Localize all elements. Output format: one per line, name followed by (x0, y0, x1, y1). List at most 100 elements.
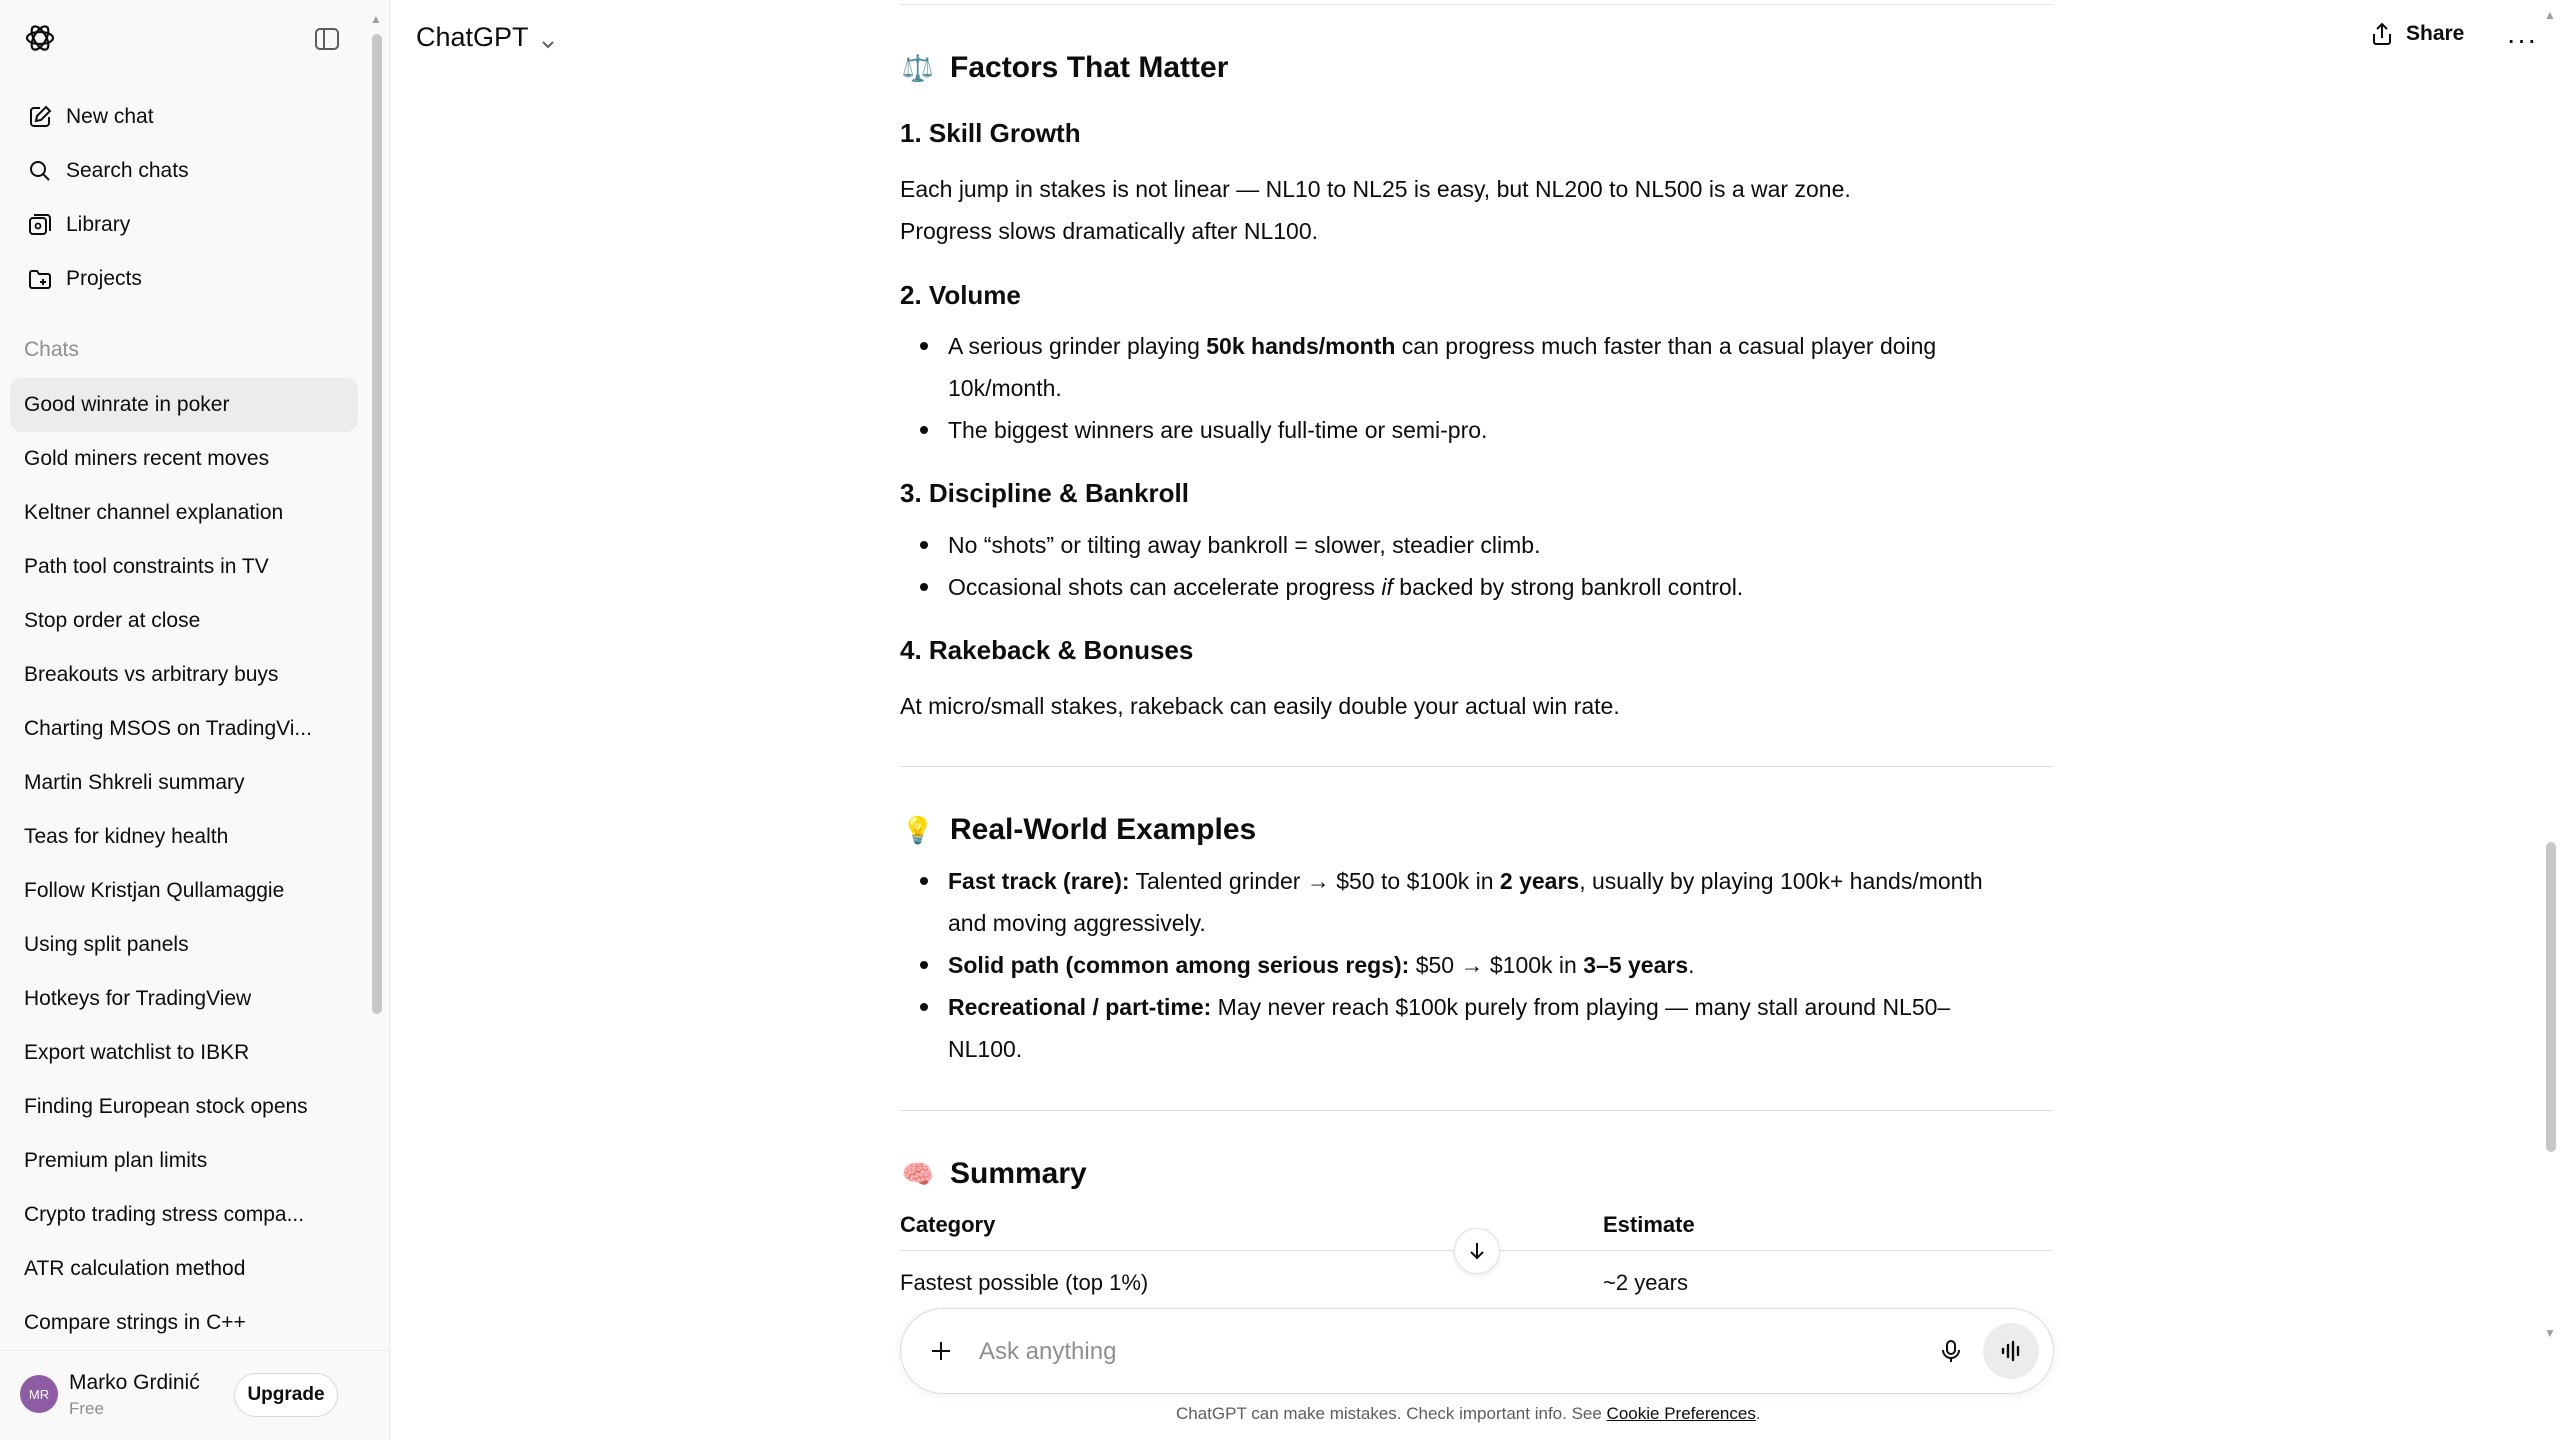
chat-item[interactable]: Good winrate in poker (10, 378, 358, 432)
upgrade-button[interactable]: Upgrade (234, 1373, 338, 1417)
section-title-examples: 💡 Real-World Examples (900, 812, 1256, 848)
openai-logo-icon[interactable] (22, 20, 58, 56)
main-scroll-up-icon[interactable]: ▲ (2544, 8, 2556, 22)
new-chat-icon (26, 103, 54, 131)
share-icon (2368, 20, 2396, 48)
bold-text: Fast track (rare): (948, 868, 1130, 894)
table-header-estimate: Estimate (1603, 1212, 1695, 1237)
projects-label: Projects (66, 267, 142, 290)
more-options-icon[interactable]: ··· (2504, 22, 2540, 58)
new-chat-label: New chat (66, 105, 154, 128)
section-title-summary: 🧠 Summary (900, 1156, 1087, 1192)
avatar[interactable]: MR (20, 1375, 58, 1413)
table-cell: ~2 years (1603, 1270, 1688, 1295)
bold-text: 50k hands/month (1206, 333, 1396, 359)
chat-item[interactable]: Martin Shkreli summary (10, 756, 358, 810)
composer (900, 1308, 2054, 1394)
divider (900, 766, 2054, 767)
main-scroll-down-icon[interactable]: ▼ (2544, 1326, 2556, 1340)
list-item: Occasional shots can accelerate progress… (920, 566, 2054, 608)
list-item: A serious grinder playing 50k hands/mont… (920, 325, 2054, 409)
arrow-down-icon (1470, 1243, 1484, 1260)
model-name: ChatGPT (416, 22, 529, 52)
chat-item[interactable]: Follow Kristjan Qullamaggie (10, 864, 358, 918)
prompt-input[interactable] (979, 1329, 1779, 1375)
new-chat-button[interactable]: New chat (10, 90, 358, 144)
footer-disclaimer: ChatGPT can make mistakes. Check importa… (1176, 1404, 1761, 1424)
chat-item[interactable]: Export watchlist to IBKR (10, 1026, 358, 1080)
italic-text: if (1381, 574, 1393, 600)
plus-icon (932, 1342, 950, 1360)
list-item: Fast track (rare): Talented grinder → $5… (920, 860, 2054, 944)
bold-text: 3–5 years (1583, 952, 1689, 978)
scroll-to-bottom-button[interactable] (1454, 1228, 1500, 1274)
sidebar-scrollbar[interactable] (372, 34, 382, 1014)
search-icon (26, 157, 54, 185)
share-label: Share (2406, 22, 2465, 45)
chat-item[interactable]: Keltner channel explanation (10, 486, 358, 540)
chat-item[interactable]: Stop order at close (10, 594, 358, 648)
voice-mode-button[interactable] (1983, 1323, 2039, 1379)
text: A serious grinder playing (948, 333, 1207, 359)
text: , usually by playing 100k+ hands/month (1579, 868, 1983, 894)
bold-text: Recreational / part-time: (948, 994, 1212, 1020)
sidebar-nav: New chat Search chats Library Projects (10, 90, 358, 306)
list-item: Recreational / part-time: May never reac… (920, 986, 2054, 1070)
chat-item[interactable]: Hotkeys for TradingView (10, 972, 358, 1026)
text: May never reach $100k purely from playin… (1211, 994, 1951, 1020)
list-item: No “shots” or tilting away bankroll = sl… (920, 524, 2054, 566)
disclaimer-text: ChatGPT can make mistakes. Check importa… (1176, 1404, 1607, 1423)
subheading-skill-growth: 1. Skill Growth (900, 118, 1081, 148)
chat-item[interactable]: Crypto trading stress compa... (10, 1188, 358, 1242)
chat-item[interactable]: Charting MSOS on TradingVi... (10, 702, 358, 756)
library-icon (26, 211, 54, 239)
list-item: Solid path (common among serious regs): … (920, 944, 2054, 986)
paragraph: At micro/small stakes, rakeback can easi… (900, 693, 1620, 719)
divider (900, 4, 2054, 5)
text: Talented grinder → $50 to $100k in (1129, 868, 1500, 894)
section-title-text: Real-World Examples (950, 813, 1257, 846)
section-title-text: Summary (950, 1157, 1087, 1190)
sidebar-scroll-up-icon[interactable]: ▲ (370, 12, 382, 26)
section-title-text: Factors That Matter (950, 51, 1229, 84)
search-chats-button[interactable]: Search chats (10, 144, 358, 198)
chat-item[interactable]: Compare strings in C++ (10, 1296, 358, 1350)
user-name[interactable]: Marko Grdinić (69, 1371, 200, 1395)
chat-item[interactable]: Gold miners recent moves (10, 432, 358, 486)
chat-item[interactable]: Premium plan limits (10, 1134, 358, 1188)
chat-item[interactable]: Breakouts vs arbitrary buys (10, 648, 358, 702)
light-bulb-icon: 💡 (901, 814, 935, 845)
cookie-preferences-link[interactable]: Cookie Preferences (1607, 1404, 1756, 1423)
projects-button[interactable]: Projects (10, 252, 358, 306)
add-attachment-button[interactable] (921, 1331, 961, 1371)
text: can progress much faster than a casual p… (1395, 333, 1937, 359)
chat-item[interactable]: Finding European stock opens (10, 1080, 358, 1134)
sidebar: New chat Search chats Library Projects C… (0, 0, 390, 1440)
toggle-sidebar-icon[interactable] (312, 24, 342, 54)
voice-waveform-icon (2001, 1340, 2020, 1362)
chat-item[interactable]: Path tool constraints in TV (10, 540, 358, 594)
subheading-rakeback: 4. Rakeback & Bonuses (900, 635, 1194, 665)
model-switcher[interactable]: ChatGPT (416, 22, 557, 53)
chat-item[interactable]: ATR calculation method (10, 1242, 358, 1296)
library-button[interactable]: Library (10, 198, 358, 252)
chat-list: Good winrate in poker Gold miners recent… (10, 378, 358, 1350)
chats-heading: Chats (24, 338, 79, 361)
subheading-discipline: 3. Discipline & Bankroll (900, 478, 1189, 508)
user-plan: Free (69, 1399, 104, 1418)
paragraph: Progress slows dramatically after NL100. (900, 218, 1318, 244)
section-title-factors: ⚖️ Factors That Matter (900, 50, 1229, 86)
table-cell: Fastest possible (top 1%) (900, 1270, 1149, 1295)
text: and moving aggressively. (948, 910, 1206, 936)
text: . (1688, 952, 1695, 978)
brain-icon: 🧠 (901, 1158, 935, 1189)
chat-item[interactable]: Teas for kidney health (10, 810, 358, 864)
dictate-button[interactable] (1931, 1331, 1971, 1371)
share-button[interactable]: Share (2368, 20, 2464, 48)
chat-item[interactable]: Using split panels (10, 918, 358, 972)
projects-icon (26, 265, 54, 293)
main-scrollbar[interactable] (2546, 842, 2556, 1152)
user-panel: MR Marko Grdinić Free Upgrade (0, 1350, 388, 1440)
table-header-category: Category (900, 1212, 996, 1237)
library-label: Library (66, 213, 131, 236)
